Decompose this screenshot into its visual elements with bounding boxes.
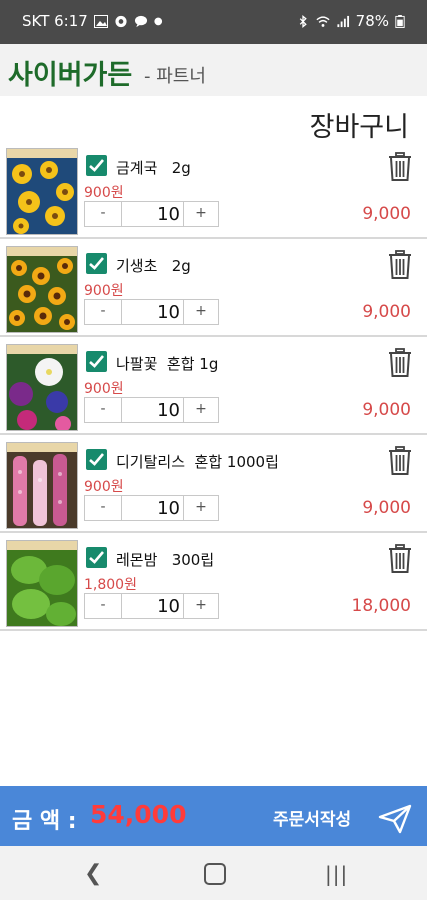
increase-button[interactable]: +	[183, 594, 218, 618]
carrier-time: SKT 6:17	[22, 12, 88, 30]
bluetooth-icon	[299, 14, 307, 28]
system-nav-bar: ❮ |||	[0, 846, 427, 900]
checkbox-checked-icon	[89, 257, 104, 270]
quantity-field[interactable]: 10	[122, 300, 184, 324]
product-image[interactable]	[6, 246, 78, 333]
decrease-button[interactable]: -	[85, 300, 122, 324]
increase-button[interactable]: +	[183, 202, 218, 226]
trash-icon[interactable]	[387, 544, 413, 574]
item-checkbox[interactable]	[86, 351, 107, 372]
product-name: 금계국 2g	[116, 159, 191, 177]
product-image[interactable]	[6, 344, 78, 431]
decrease-button[interactable]: -	[85, 594, 122, 618]
wifi-icon	[316, 15, 330, 27]
item-checkbox[interactable]	[86, 155, 107, 176]
line-total: 9,000	[362, 204, 411, 224]
increase-button[interactable]: +	[183, 496, 218, 520]
order-bar: 금 액 : 54,000 주문서작성	[0, 786, 427, 846]
send-icon[interactable]	[378, 804, 412, 834]
checkbox-checked-icon	[89, 159, 104, 172]
trash-icon[interactable]	[387, 152, 413, 182]
product-name: 나팔꽃 혼합 1g	[116, 355, 219, 373]
status-left: SKT 6:17 ●	[22, 12, 163, 30]
status-right: 78%	[296, 12, 405, 30]
back-icon[interactable]: ❮	[84, 861, 102, 886]
quantity-field[interactable]: 10	[122, 202, 184, 226]
increase-button[interactable]: +	[183, 300, 218, 324]
app-subtitle: - 파트너	[144, 66, 206, 87]
checkbox-checked-icon	[89, 453, 104, 466]
trash-icon[interactable]	[387, 446, 413, 476]
amount-label: 금 액 :	[12, 809, 77, 834]
app-title: 사이버가든	[8, 60, 133, 91]
checkbox-checked-icon	[89, 355, 104, 368]
app-header: 사이버가든 - 파트너	[0, 44, 427, 96]
item-checkbox[interactable]	[86, 449, 107, 470]
quantity-stepper: - 10 +	[84, 201, 219, 227]
unit-price: 900원	[84, 185, 124, 201]
increase-button[interactable]: +	[183, 398, 218, 422]
image-icon	[93, 14, 108, 28]
line-total: 9,000	[362, 302, 411, 322]
quantity-stepper: - 10 +	[84, 299, 219, 325]
settings-icon	[115, 15, 127, 27]
quantity-field[interactable]: 10	[122, 594, 184, 618]
unit-price: 900원	[84, 479, 124, 495]
order-button[interactable]: 주문서작성	[273, 805, 351, 830]
item-checkbox[interactable]	[86, 253, 107, 274]
unit-price: 900원	[84, 381, 124, 397]
dot-indicator: ●	[153, 15, 163, 27]
page-title: 장바구니	[309, 112, 409, 143]
unit-price: 900원	[84, 283, 124, 299]
battery-icon	[395, 14, 405, 28]
quantity-stepper: - 10 +	[84, 397, 219, 423]
checkbox-checked-icon	[89, 551, 104, 564]
item-checkbox[interactable]	[86, 547, 107, 568]
decrease-button[interactable]: -	[85, 202, 122, 226]
quantity-stepper: - 10 +	[84, 593, 219, 619]
quantity-field[interactable]: 10	[122, 398, 184, 422]
amount-value: 54,000	[90, 800, 187, 829]
quantity-field[interactable]: 10	[122, 496, 184, 520]
cart-item: 나팔꽃 혼합 1g 900원 - 10 + 9,000	[0, 340, 427, 435]
decrease-button[interactable]: -	[85, 496, 122, 520]
product-name: 디기탈리스 혼합 1000립	[116, 453, 279, 471]
product-image[interactable]	[6, 540, 78, 627]
product-name: 레몬밤 300립	[116, 551, 215, 569]
cart-item: 기생초 2g 900원 - 10 + 9,000	[0, 242, 427, 337]
trash-icon[interactable]	[387, 348, 413, 378]
quantity-stepper: - 10 +	[84, 495, 219, 521]
product-image[interactable]	[6, 442, 78, 529]
cart-item: 레몬밤 300립 1,800원 - 10 + 18,000	[0, 536, 427, 631]
chat-icon	[134, 15, 147, 27]
battery-percent: 78%	[355, 12, 389, 30]
product-image[interactable]	[6, 148, 78, 235]
signal-icon	[337, 15, 349, 27]
status-bar: SKT 6:17 ● 78%	[0, 0, 427, 44]
home-icon[interactable]	[204, 863, 226, 885]
unit-price: 1,800원	[84, 577, 137, 593]
recents-icon[interactable]: |||	[325, 862, 348, 886]
line-total: 9,000	[362, 498, 411, 518]
cart-item: 디기탈리스 혼합 1000립 900원 - 10 + 9,000	[0, 438, 427, 533]
cart-item: 금계국 2g 900원 - 10 + 9,000	[0, 144, 427, 239]
line-total: 18,000	[351, 596, 411, 616]
decrease-button[interactable]: -	[85, 398, 122, 422]
line-total: 9,000	[362, 400, 411, 420]
product-name: 기생초 2g	[116, 257, 191, 275]
cart-list: 금계국 2g 900원 - 10 + 9,000 기생초 2g 900원 - 1…	[0, 144, 427, 634]
trash-icon[interactable]	[387, 250, 413, 280]
